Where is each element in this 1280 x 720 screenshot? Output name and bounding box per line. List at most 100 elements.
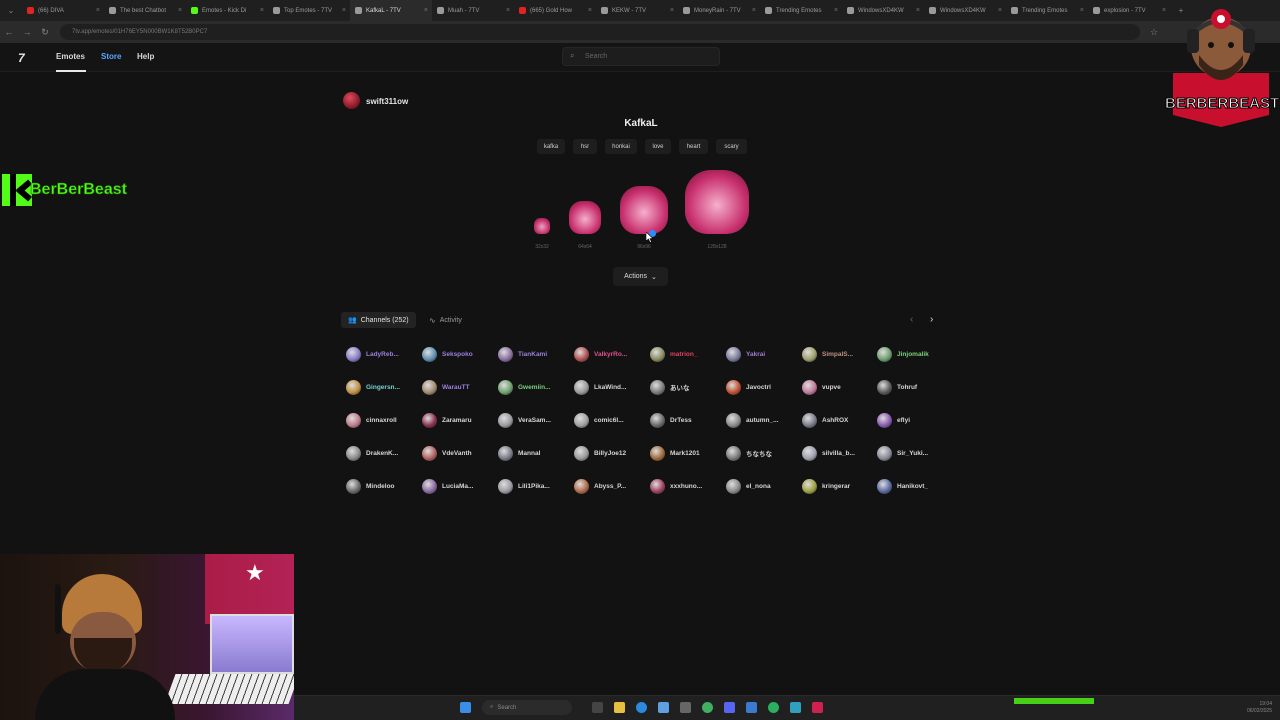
back-button[interactable]: ← xyxy=(0,27,18,37)
app-icon[interactable] xyxy=(746,702,757,713)
task-view-icon[interactable] xyxy=(592,702,603,713)
channel-item[interactable]: Javoctrl xyxy=(726,379,801,395)
close-tab-icon[interactable]: × xyxy=(834,7,838,14)
settings-gear-icon[interactable] xyxy=(680,702,691,713)
channel-item[interactable]: LkaWind... xyxy=(574,379,649,395)
tag-hsr[interactable]: hsr xyxy=(573,139,597,154)
channel-item[interactable]: Lili1Pika... xyxy=(498,478,573,494)
browser-tab[interactable]: Trending Emotes × xyxy=(760,0,842,21)
channel-item[interactable]: comic6l... xyxy=(574,412,649,428)
tab-activity[interactable]: ∿ Activity xyxy=(422,312,469,328)
close-tab-icon[interactable]: × xyxy=(752,7,756,14)
channel-item[interactable]: cinnaxroll xyxy=(346,412,421,428)
discord-icon[interactable] xyxy=(724,702,735,713)
tag-kafka[interactable]: kafka xyxy=(537,139,565,154)
app-icon-4[interactable] xyxy=(812,702,823,713)
channel-item[interactable]: silvilla_b... xyxy=(802,445,877,461)
emote-preview-128[interactable] xyxy=(685,170,749,234)
close-tab-icon[interactable]: × xyxy=(506,7,510,14)
nav-help[interactable]: Help xyxy=(137,52,154,61)
forward-button[interactable]: → xyxy=(18,27,36,37)
channel-item[interactable]: matrion_ xyxy=(650,346,725,362)
channel-item[interactable]: VeraSam... xyxy=(498,412,573,428)
tab-list-chevron-icon[interactable]: ⌄ xyxy=(0,6,22,15)
channel-item[interactable]: DrakenK... xyxy=(346,445,421,461)
nav-store[interactable]: Store xyxy=(101,52,121,61)
browser-tab[interactable]: Top Emotes - 7TV × xyxy=(268,0,350,21)
channel-item[interactable]: Mark1201 xyxy=(650,445,725,461)
file-explorer-icon[interactable] xyxy=(614,702,625,713)
browser-tab[interactable]: Trending Emotes × xyxy=(1006,0,1088,21)
channel-item[interactable]: Abyss_P... xyxy=(574,478,649,494)
channel-item[interactable]: Zaramaru xyxy=(422,412,497,428)
channel-item[interactable]: TianKami xyxy=(498,346,573,362)
browser-tab[interactable]: Emotes - Kick Di × xyxy=(186,0,268,21)
nav-emotes[interactable]: Emotes xyxy=(56,52,85,61)
channel-item[interactable]: AshROX xyxy=(802,412,877,428)
channel-item[interactable]: Gingersn... xyxy=(346,379,421,395)
emote-preview-96[interactable] xyxy=(620,186,668,234)
channel-item[interactable]: kringerar xyxy=(802,478,877,494)
browser-tab[interactable]: KEKW - 7TV × xyxy=(596,0,678,21)
channel-item[interactable]: Hanikovt_ xyxy=(877,478,952,494)
close-tab-icon[interactable]: × xyxy=(96,7,100,14)
channel-item[interactable]: WarauTT xyxy=(422,379,497,395)
next-page-chevron-icon[interactable]: › xyxy=(930,314,933,325)
channel-item[interactable]: xxxhuno... xyxy=(650,478,725,494)
close-tab-icon[interactable]: × xyxy=(916,7,920,14)
close-tab-icon[interactable]: × xyxy=(588,7,592,14)
channel-item[interactable]: ValkyrRo... xyxy=(574,346,649,362)
browser-tab[interactable]: The best Chatbot × xyxy=(104,0,186,21)
close-tab-icon[interactable]: × xyxy=(1080,7,1084,14)
url-field[interactable]: 7tv.app/emotes/01H76EY5N000BW1K8T52B0PC7 xyxy=(60,24,1140,40)
close-tab-icon[interactable]: × xyxy=(670,7,674,14)
owner-name[interactable]: swift311ow xyxy=(366,97,408,106)
close-tab-icon[interactable]: × xyxy=(424,7,428,14)
taskbar-clock[interactable]: 19:04 06/02/2025 xyxy=(1247,701,1272,715)
browser-tab[interactable]: (665) Gold How × xyxy=(514,0,596,21)
channel-item[interactable]: Sekspoko xyxy=(422,346,497,362)
edge-icon[interactable] xyxy=(636,702,647,713)
browser-tab[interactable]: WindowsXD4KW × xyxy=(842,0,924,21)
channel-item[interactable]: Jinjomalik xyxy=(877,346,952,362)
channel-item[interactable]: Sir_Yuki... xyxy=(877,445,952,461)
browser-tab[interactable]: WindowsXD4KW × xyxy=(924,0,1006,21)
prev-page-chevron-icon[interactable]: ‹ xyxy=(910,314,913,325)
channel-item[interactable]: Tohruf xyxy=(877,379,952,395)
close-tab-icon[interactable]: × xyxy=(178,7,182,14)
close-tab-icon[interactable]: × xyxy=(342,7,346,14)
emote-preview-64[interactable] xyxy=(569,201,601,234)
store-icon[interactable] xyxy=(658,702,669,713)
channel-item[interactable]: Mannal xyxy=(498,445,573,461)
emote-preview-32[interactable] xyxy=(534,218,550,234)
channel-item[interactable]: SimpalS... xyxy=(802,346,877,362)
close-tab-icon[interactable]: × xyxy=(998,7,1002,14)
app-icon-3[interactable] xyxy=(790,702,801,713)
browser-tab[interactable]: Muah - 7TV × xyxy=(432,0,514,21)
taskbar-search[interactable]: ⌕ Search xyxy=(482,700,572,715)
channel-item[interactable]: LuciaMa... xyxy=(422,478,497,494)
channel-item[interactable]: vupve xyxy=(802,379,877,395)
browser-tab[interactable]: explosion - 7TV × xyxy=(1088,0,1170,21)
channel-item[interactable]: Yakrai xyxy=(726,346,801,362)
bookmark-star-icon[interactable]: ☆ xyxy=(1150,27,1158,38)
browser-tab[interactable]: KafkaL - 7TV × xyxy=(350,0,432,21)
site-search-input[interactable]: ⌕ Search xyxy=(562,47,720,66)
browser-tab[interactable]: MoneyRain - 7TV × xyxy=(678,0,760,21)
browser-tab[interactable]: (66) DIVA × xyxy=(22,0,104,21)
channel-item[interactable]: el_nona xyxy=(726,478,801,494)
channel-item[interactable]: autumn_... xyxy=(726,412,801,428)
app-icon-2[interactable] xyxy=(768,702,779,713)
tag-honkai[interactable]: honkai xyxy=(605,139,637,154)
tag-love[interactable]: love xyxy=(645,139,671,154)
start-icon[interactable] xyxy=(460,702,471,713)
channel-item[interactable]: あいな xyxy=(650,379,725,395)
channel-item[interactable]: ちなちな xyxy=(726,445,801,461)
seventv-logo[interactable]: 7 xyxy=(18,51,25,65)
owner-avatar[interactable] xyxy=(343,92,360,109)
channel-item[interactable]: eflyi xyxy=(877,412,952,428)
tag-heart[interactable]: heart xyxy=(679,139,708,154)
chrome-icon[interactable] xyxy=(702,702,713,713)
channel-item[interactable]: DrTess xyxy=(650,412,725,428)
channel-item[interactable]: Mindeloo xyxy=(346,478,421,494)
